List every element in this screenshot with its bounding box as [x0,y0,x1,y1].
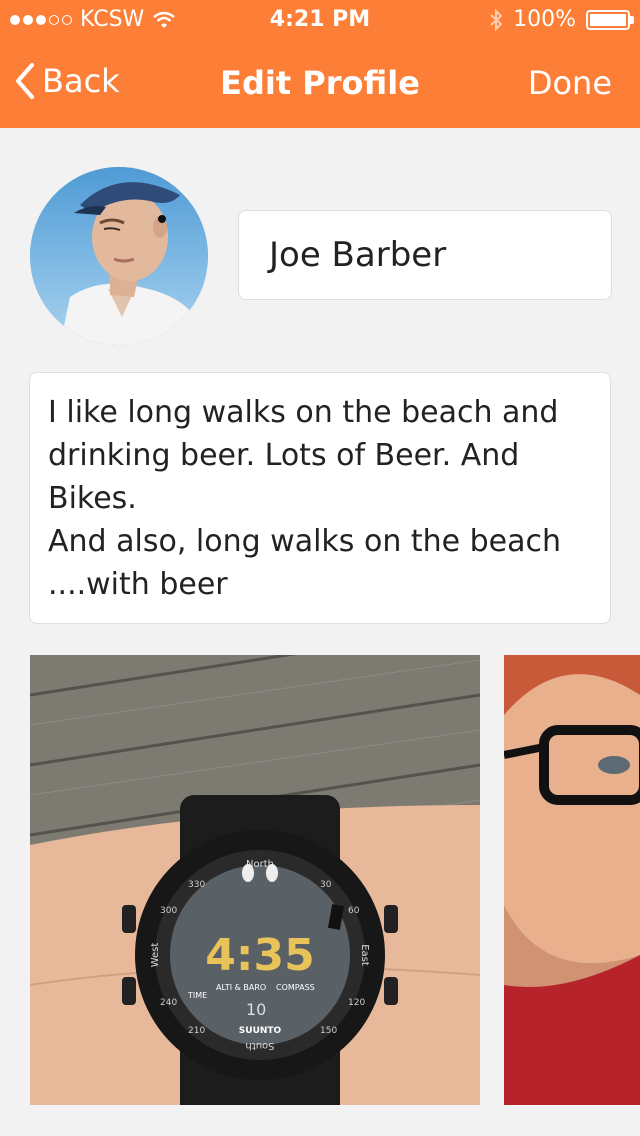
name-field[interactable]: Joe Barber [238,210,612,300]
man-with-glasses-photo [504,655,640,1105]
photo-tile[interactable] [504,655,640,1105]
bezel-east: East [359,944,370,966]
watch-mode-compass: COMPASS [276,983,315,992]
bluetooth-icon [490,9,503,31]
bezel-60: 60 [348,906,360,916]
avatar[interactable] [30,167,208,345]
battery-icon [586,10,634,30]
photo-tile[interactable]: North East South West 330 30 60 120 150 … [30,655,480,1105]
bezel-300: 300 [160,906,177,916]
profile-photo [30,167,208,345]
bezel-south: South [245,1040,274,1051]
bezel-330: 330 [188,880,205,890]
done-button[interactable]: Done [528,64,612,102]
bio-textarea[interactable]: I like long walks on the beach and drink… [29,372,611,624]
bezel-240: 240 [160,998,177,1008]
bezel-210: 210 [188,1026,205,1036]
top-bar: KCSW 4:21 PM 100% Back Edit Profile Done [0,0,640,128]
bezel-150: 150 [320,1026,337,1036]
watch-brand: SUUNTO [239,1026,282,1036]
wrist-watch-photo: North East South West 330 30 60 120 150 … [30,655,480,1105]
battery-percent: 100% [513,7,576,32]
watch-mode-time: TIME [187,991,207,1000]
bezel-30: 30 [320,880,332,890]
bezel-120: 120 [348,998,365,1008]
bezel-west: West [150,943,161,968]
watch-time: 4:35 [205,930,314,981]
status-bar: KCSW 4:21 PM 100% [0,0,640,40]
navigation-bar: Back Edit Profile Done [0,40,640,128]
watch-value: 10 [246,1000,266,1019]
watch-mode-alti: ALTI & BARO [216,983,266,992]
